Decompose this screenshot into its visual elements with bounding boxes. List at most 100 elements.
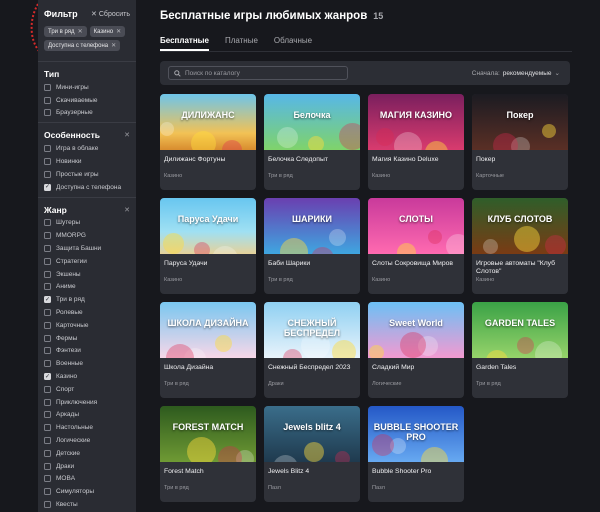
search-input[interactable] xyxy=(185,69,345,77)
game-thumbnail[interactable]: Паруса Удачи xyxy=(160,198,256,254)
game-title[interactable]: Белочка Следопыт xyxy=(264,150,360,171)
game-card[interactable]: Jewels blitz 4 Jewels Blitz 4 Пазл xyxy=(264,406,360,502)
filter-option[interactable]: Спорт xyxy=(44,383,136,396)
checkbox[interactable] xyxy=(44,437,51,445)
filter-option[interactable]: Мини-игры xyxy=(44,81,136,94)
filter-option[interactable]: Драки xyxy=(44,460,136,473)
game-thumbnail[interactable]: МАГИЯ КАЗИНО xyxy=(368,94,464,150)
checkbox[interactable] xyxy=(44,398,51,406)
checkbox[interactable] xyxy=(44,170,51,178)
game-thumbnail[interactable]: Белочка xyxy=(264,94,360,150)
checkbox-checked[interactable]: ✓ xyxy=(44,296,51,304)
game-thumbnail[interactable]: FOREST MATCH xyxy=(160,406,256,462)
filter-option[interactable]: Логические xyxy=(44,434,136,447)
checkbox-checked[interactable]: ✓ xyxy=(44,373,51,381)
reset-filter-button[interactable]: ✕ Сбросить xyxy=(91,10,130,19)
game-card[interactable]: ШАРИКИ Баби Шарики Три в ряд xyxy=(264,198,360,294)
game-card[interactable]: GARDEN TALES Garden Tales Три в ряд xyxy=(472,302,568,398)
checkbox[interactable] xyxy=(44,245,51,253)
game-title[interactable]: Garden Tales xyxy=(472,358,568,379)
checkbox[interactable] xyxy=(44,501,51,508)
checkbox[interactable] xyxy=(44,219,51,227)
game-title[interactable]: Баби Шарики xyxy=(264,254,360,275)
clear-section-icon[interactable]: ✕ xyxy=(124,131,130,139)
filter-option[interactable]: Фермы xyxy=(44,332,136,345)
game-thumbnail[interactable]: ШКОЛА ДИЗАЙНА xyxy=(160,302,256,358)
checkbox[interactable] xyxy=(44,411,51,419)
game-thumbnail[interactable]: КЛУБ СЛОТОВ xyxy=(472,198,568,254)
filter-option[interactable]: Скачиваемые xyxy=(44,94,136,107)
game-title[interactable]: Снежный Беспредел 2023 xyxy=(264,358,360,379)
filter-option[interactable]: MMORPG xyxy=(44,229,136,242)
game-title[interactable]: Forest Match xyxy=(160,462,256,483)
checkbox[interactable] xyxy=(44,109,51,117)
game-card[interactable]: Покер Покер Карточные xyxy=(472,94,568,190)
game-thumbnail[interactable]: ШАРИКИ xyxy=(264,198,360,254)
filter-option[interactable]: Ролевые xyxy=(44,306,136,319)
filter-option[interactable]: Квесты xyxy=(44,498,136,511)
game-card[interactable]: FOREST MATCH Forest Match Три в ряд xyxy=(160,406,256,502)
filter-option[interactable]: Простые игры xyxy=(44,168,136,181)
game-thumbnail[interactable]: BUBBLE SHOOTER PRO xyxy=(368,406,464,462)
game-title[interactable]: Школа Дизайна xyxy=(160,358,256,379)
game-thumbnail[interactable]: Jewels blitz 4 xyxy=(264,406,360,462)
checkbox[interactable] xyxy=(44,449,51,457)
filter-option[interactable]: Приключения xyxy=(44,396,136,409)
checkbox[interactable] xyxy=(44,309,51,317)
game-thumbnail[interactable]: СЛОТЫ xyxy=(368,198,464,254)
game-card[interactable]: ДИЛИЖАНС Дилижанс Фортуны Казино xyxy=(160,94,256,190)
chip-remove-icon[interactable]: ✕ xyxy=(78,28,83,35)
checkbox[interactable] xyxy=(44,158,51,166)
clear-section-icon[interactable]: ✕ xyxy=(124,206,130,214)
checkbox[interactable] xyxy=(44,475,51,483)
checkbox[interactable] xyxy=(44,270,51,278)
game-title[interactable]: Jewels Blitz 4 xyxy=(264,462,360,483)
filter-chip[interactable]: Доступна с телефона ✕ xyxy=(44,40,121,51)
game-title[interactable]: Bubble Shooter Pro xyxy=(368,462,464,483)
game-card[interactable]: СНЕЖНЫЙ БЕСПРЕДЕЛ Снежный Беспредел 2023 Д… xyxy=(264,302,360,398)
tab-cloud[interactable]: Облачные xyxy=(274,36,312,51)
filter-chip[interactable]: Три в ряд ✕ xyxy=(44,26,87,37)
filter-option[interactable]: Стратегии xyxy=(44,255,136,268)
game-title[interactable]: Паруса Удачи xyxy=(160,254,256,275)
checkbox[interactable] xyxy=(44,360,51,368)
checkbox-checked[interactable]: ✓ xyxy=(44,183,51,191)
filter-option[interactable]: Экшены xyxy=(44,268,136,281)
filter-option[interactable]: ✓ Три в ряд xyxy=(44,293,136,306)
filter-option[interactable]: ✓ Казино xyxy=(44,370,136,383)
sort-dropdown[interactable]: Сначала: рекомендуемые ⌄ xyxy=(472,69,560,78)
game-card[interactable]: МАГИЯ КАЗИНО Магия Казино Deluxe Казино xyxy=(368,94,464,190)
filter-option[interactable]: MOBA xyxy=(44,473,136,486)
game-title[interactable]: Дилижанс Фортуны xyxy=(160,150,256,171)
checkbox[interactable] xyxy=(44,424,51,432)
filter-option[interactable]: Военные xyxy=(44,357,136,370)
checkbox[interactable] xyxy=(44,283,51,291)
checkbox[interactable] xyxy=(44,145,51,153)
checkbox[interactable] xyxy=(44,334,51,342)
filter-option[interactable]: Защита Башни xyxy=(44,242,136,255)
chip-remove-icon[interactable]: ✕ xyxy=(116,28,121,35)
game-card[interactable]: Sweet World Сладкий Мир Логические xyxy=(368,302,464,398)
game-thumbnail[interactable]: Покер xyxy=(472,94,568,150)
tab-paid[interactable]: Платные xyxy=(225,36,258,51)
filter-option[interactable]: Детские xyxy=(44,447,136,460)
game-thumbnail[interactable]: СНЕЖНЫЙ БЕСПРЕДЕЛ xyxy=(264,302,360,358)
filter-option[interactable]: Фэнтези xyxy=(44,345,136,358)
game-card[interactable]: СЛОТЫ Слоты Сокровища Миров Казино xyxy=(368,198,464,294)
game-card[interactable]: ШКОЛА ДИЗАЙНА Школа Дизайна Три в ряд xyxy=(160,302,256,398)
game-title[interactable]: Магия Казино Deluxe xyxy=(368,150,464,171)
game-thumbnail[interactable]: GARDEN TALES xyxy=(472,302,568,358)
checkbox[interactable] xyxy=(44,462,51,470)
filter-chip[interactable]: Казино ✕ xyxy=(89,26,126,37)
game-title[interactable]: Слоты Сокровища Миров xyxy=(368,254,464,275)
game-card[interactable]: Паруса Удачи Паруса Удачи Казино xyxy=(160,198,256,294)
game-thumbnail[interactable]: ДИЛИЖАНС xyxy=(160,94,256,150)
search-box[interactable] xyxy=(168,66,348,80)
checkbox[interactable] xyxy=(44,488,51,496)
filter-option[interactable]: Аниме xyxy=(44,281,136,294)
filter-option[interactable]: Симуляторы xyxy=(44,485,136,498)
checkbox[interactable] xyxy=(44,232,51,240)
checkbox[interactable] xyxy=(44,385,51,393)
filter-option[interactable]: Карточные xyxy=(44,319,136,332)
checkbox[interactable] xyxy=(44,96,51,104)
